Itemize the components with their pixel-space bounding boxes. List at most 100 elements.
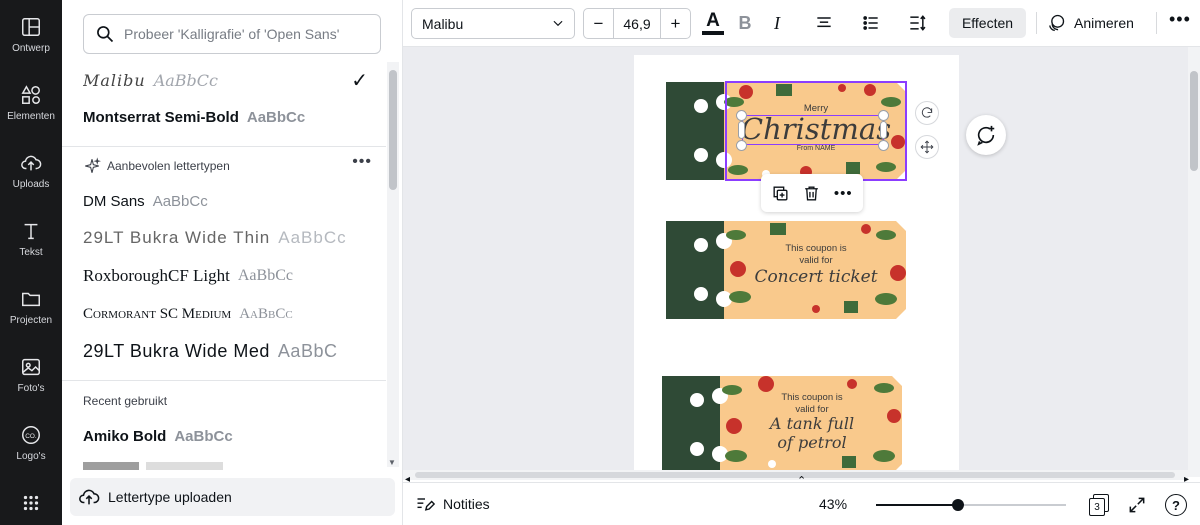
side-handle[interactable] xyxy=(880,121,887,139)
text-color-button[interactable]: A xyxy=(699,9,727,37)
decrease-font-size-button[interactable]: − xyxy=(584,9,613,38)
ticket-line: valid for xyxy=(799,255,833,266)
page-count: 3 xyxy=(1089,498,1105,516)
ticket-petrol[interactable]: This coupon is valid for A tank full of … xyxy=(662,376,902,474)
font-option-montserrat-semibold[interactable]: Montserrat Semi-Bold AaBbCc xyxy=(83,100,386,134)
zoom-slider[interactable] xyxy=(876,499,1066,511)
delete-button[interactable] xyxy=(799,180,825,206)
font-sample: AaBbCc xyxy=(246,108,306,126)
rotate-button[interactable] xyxy=(915,101,939,125)
rail-item-uploads[interactable]: Uploads xyxy=(0,144,62,204)
duplicate-button[interactable] xyxy=(768,180,794,206)
toolbar-divider xyxy=(1156,12,1157,34)
font-option-bukra-wide-med[interactable]: 29LT Bukra Wide Med AaBbC xyxy=(83,334,386,368)
italic-button[interactable]: I xyxy=(763,9,791,37)
side-handle[interactable] xyxy=(738,121,745,139)
bold-button[interactable]: B xyxy=(731,9,759,37)
left-rail: Ontwerp Elementen Uploads Tekst Projecte… xyxy=(0,0,62,525)
toolbar-divider xyxy=(1036,12,1037,34)
upload-cloud-icon xyxy=(21,155,42,171)
more-options-icon[interactable]: ••• xyxy=(830,180,856,206)
add-comment-button[interactable] xyxy=(966,115,1006,155)
font-option-roxborough-light[interactable]: RoxboroughCF Light AaBbCc xyxy=(83,259,386,293)
font-option-bukra-wide-thin[interactable]: 29LT Bukra Wide Thin AaBbCc xyxy=(83,221,386,255)
scrollbar-thumb[interactable] xyxy=(415,472,1175,478)
rail-item-apps[interactable] xyxy=(0,484,62,525)
rail-item-label: Foto's xyxy=(17,383,45,394)
canvas-vertical-scrollbar[interactable] xyxy=(1188,47,1200,477)
increase-font-size-button[interactable]: + xyxy=(661,9,690,38)
rail-item-projects[interactable]: Projecten xyxy=(0,280,62,340)
partially-hidden-font-option xyxy=(83,462,283,470)
scrollbar-thumb[interactable] xyxy=(1190,71,1198,171)
font-family-dropdown[interactable]: Malibu xyxy=(411,8,575,39)
effects-button[interactable]: Effecten xyxy=(949,8,1026,38)
rail-item-label: Elementen xyxy=(7,111,55,122)
checkmark-icon: ✓ xyxy=(351,70,368,92)
notes-button[interactable]: Notities xyxy=(415,494,490,514)
rail-item-design[interactable]: Ontwerp xyxy=(0,8,62,68)
font-sample: AaBbC xyxy=(277,340,338,361)
resize-handle[interactable] xyxy=(878,140,889,151)
resize-handle[interactable] xyxy=(736,110,747,121)
rail-item-text[interactable]: Tekst xyxy=(0,212,62,272)
animate-button[interactable]: Animeren xyxy=(1046,8,1134,38)
ticket-concert[interactable]: This coupon is valid for Concert ticket xyxy=(666,221,906,319)
resize-handle[interactable] xyxy=(878,110,889,121)
font-panel-scrollbar[interactable]: ▼ xyxy=(387,62,399,467)
rail-item-elements[interactable]: Elementen xyxy=(0,76,62,136)
design-canvas[interactable]: Merry Christmas From NAME This coupon is… xyxy=(403,47,1200,477)
font-option-amiko-bold[interactable]: Amiko Bold AaBbCc xyxy=(83,419,386,453)
zoom-slider-knob[interactable] xyxy=(952,499,964,511)
bottom-bar: Notities 43% 3 ? xyxy=(403,482,1200,525)
font-option-cormorant-sc-medium[interactable]: Cormorant SC Medium AaBbCc xyxy=(83,297,386,331)
apps-grid-icon xyxy=(23,495,39,511)
scroll-down-arrow-icon[interactable]: ▼ xyxy=(388,458,396,467)
scrollbar-thumb[interactable] xyxy=(389,70,397,190)
divider xyxy=(62,380,386,381)
list-button[interactable] xyxy=(857,9,885,37)
font-name: Montserrat Semi-Bold xyxy=(83,108,239,126)
zoom-slider-fill xyxy=(876,504,958,506)
more-options-icon[interactable]: ••• xyxy=(352,153,372,171)
rail-item-logos[interactable]: CO. Logo's xyxy=(0,416,62,476)
recommended-fonts-heading: Aanbevolen lettertypen xyxy=(83,155,230,177)
font-search-input[interactable] xyxy=(124,26,364,42)
element-context-menu: ••• xyxy=(761,174,863,212)
help-button[interactable]: ? xyxy=(1165,494,1187,516)
animate-label: Animeren xyxy=(1074,15,1134,31)
move-icon xyxy=(920,140,934,154)
font-search-box[interactable] xyxy=(83,14,381,54)
ticket-line: This coupon is xyxy=(785,243,847,254)
ticket-script-title: Concert ticket xyxy=(754,267,878,287)
resize-handle[interactable] xyxy=(736,140,747,151)
page-count-button[interactable]: 3 xyxy=(1089,494,1109,516)
expand-icon xyxy=(1129,497,1145,513)
more-options-icon[interactable]: ••• xyxy=(1169,9,1191,30)
text-icon xyxy=(24,223,38,240)
fullscreen-button[interactable] xyxy=(1127,495,1147,520)
font-option-dm-sans[interactable]: DM Sans AaBbCc xyxy=(83,184,386,218)
spacing-button[interactable] xyxy=(903,9,931,37)
zoom-level[interactable]: 43% xyxy=(819,496,847,512)
font-size-stepper[interactable]: − 46,9 + xyxy=(583,8,691,39)
font-name: DM Sans xyxy=(83,192,145,210)
rail-item-label: Uploads xyxy=(12,179,50,190)
upload-font-label: Lettertype uploaden xyxy=(108,489,232,505)
text-color-icon: A xyxy=(706,10,720,31)
font-option-malibu[interactable]: Malibu AaBbCc ✓ xyxy=(83,63,386,97)
rail-item-label: Logo's xyxy=(16,451,46,462)
upload-font-button[interactable]: Lettertype uploaden xyxy=(70,478,395,516)
move-button[interactable] xyxy=(915,135,939,159)
align-center-button[interactable] xyxy=(810,9,838,37)
canvas-horizontal-scrollbar[interactable] xyxy=(403,470,1188,480)
ticket-script-title: A tank full of petrol xyxy=(769,414,855,452)
font-panel: Malibu AaBbCc ✓ Montserrat Semi-Bold AaB… xyxy=(62,0,403,525)
divider xyxy=(62,146,386,147)
rail-item-photos[interactable]: Foto's xyxy=(0,348,62,408)
text-toolbar: Malibu − 46,9 + A B I Effecten Animeren … xyxy=(403,0,1200,47)
text-selection-box[interactable] xyxy=(742,115,884,145)
font-size-value[interactable]: 46,9 xyxy=(613,9,661,38)
chevron-down-icon xyxy=(553,20,563,27)
font-name: Amiko Bold xyxy=(83,427,167,445)
